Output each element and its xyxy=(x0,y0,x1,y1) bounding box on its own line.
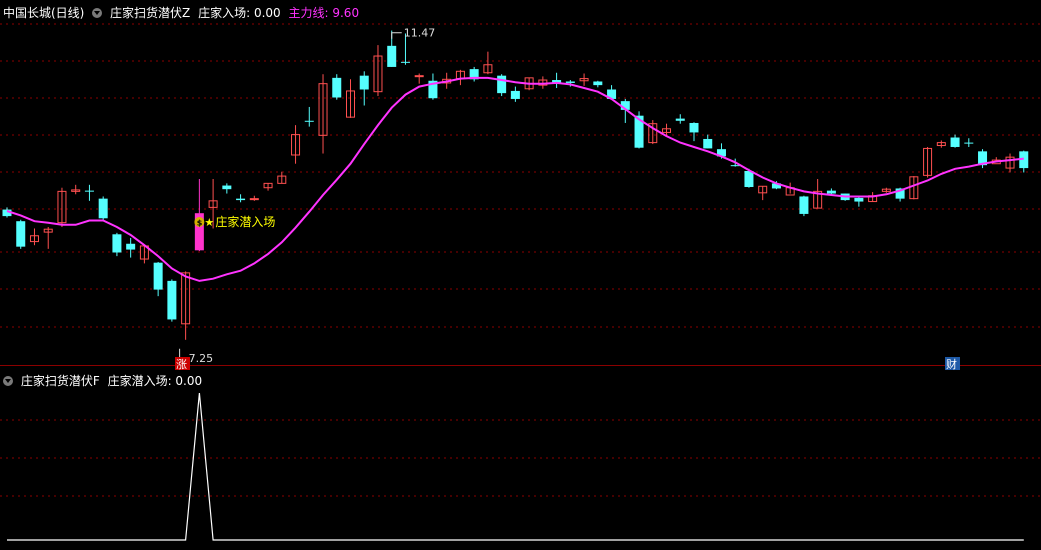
candle-body-down[interactable] xyxy=(400,61,410,63)
entry-value: 庄家入场: 0.00 xyxy=(198,6,281,20)
sub-panel xyxy=(7,392,1024,541)
collapse-icon[interactable] xyxy=(92,8,103,18)
candle-body-down[interactable] xyxy=(153,262,163,290)
star-icon: ★ xyxy=(204,216,214,229)
low-label: 7.25 xyxy=(189,352,214,365)
candle-body-down[interactable] xyxy=(98,198,108,219)
candle-body-down[interactable] xyxy=(359,75,369,90)
candle-body-down[interactable] xyxy=(304,120,314,122)
chart-canvas[interactable]: 11.47 7.25 $ ★ 庄家潜入场涨 财 xyxy=(0,0,1041,546)
high-label: 11.47 xyxy=(404,27,436,40)
stock-chart-window: 11.47 7.25 $ ★ 庄家潜入场涨 财 中国长城(日线) 庄家扫货潜伏Z 庄家入场… xyxy=(0,0,1041,546)
candle-body-down[interactable] xyxy=(689,122,699,133)
candle-body-down[interactable] xyxy=(510,90,520,99)
candle-body-down[interactable] xyxy=(497,75,507,94)
collapse-icon[interactable] xyxy=(3,376,13,386)
sub-entry-value: 庄家潜入场: 0.00 xyxy=(107,374,203,388)
candle-body-down[interactable] xyxy=(387,45,397,67)
signal-label: 庄家潜入场 xyxy=(215,214,275,229)
candle-body-down[interactable] xyxy=(950,137,960,147)
candle-body-down[interactable] xyxy=(332,77,342,98)
candle-body-down[interactable] xyxy=(964,142,974,144)
mainline-series xyxy=(6,76,1024,282)
candle-body-down[interactable] xyxy=(16,221,26,247)
candle-body-up[interactable] xyxy=(414,75,424,78)
candle-body-down[interactable] xyxy=(826,190,836,194)
sub-indicator-name[interactable]: 庄家扫货潜伏F xyxy=(21,374,100,388)
zhang-badge: 涨 xyxy=(176,358,187,371)
sub-line-series xyxy=(7,392,1024,541)
candle-body-down[interactable] xyxy=(799,196,809,214)
candle-body-down[interactable] xyxy=(744,170,754,187)
candle-body-down[interactable] xyxy=(126,243,136,250)
candle-body-down[interactable] xyxy=(593,81,603,86)
candle-body-down[interactable] xyxy=(703,138,713,149)
candle-body-down[interactable] xyxy=(730,165,740,167)
candle-body-down[interactable] xyxy=(112,234,122,253)
low-arrow xyxy=(179,348,188,359)
candlestick-series[interactable] xyxy=(2,30,1029,340)
candle-body-down[interactable] xyxy=(167,280,177,320)
stock-title: 中国长城(日线) xyxy=(3,6,85,20)
high-arrow xyxy=(391,32,402,39)
candle-body-down[interactable] xyxy=(854,197,864,202)
candle-body-down[interactable] xyxy=(222,185,232,190)
main-header: 中国长城(日线) 庄家扫货潜伏Z 庄家入场: 0.00 主力线: 9.60 xyxy=(3,5,363,21)
sub-header: 庄家扫货潜伏F 庄家潜入场: 0.00 xyxy=(3,373,206,389)
candle-body-down[interactable] xyxy=(236,198,246,201)
money-glyph: $ xyxy=(197,219,203,228)
candle-body-up[interactable] xyxy=(249,198,259,201)
cai-badge: 财 xyxy=(946,357,957,371)
candle-body-down[interactable] xyxy=(565,81,575,83)
main-grid xyxy=(0,23,1041,497)
indicator-name[interactable]: 庄家扫货潜伏Z xyxy=(110,6,190,20)
mainline-value: 主力线: 9.60 xyxy=(288,6,360,20)
candle-body-down[interactable] xyxy=(84,190,94,192)
candle-body-down[interactable] xyxy=(675,118,685,121)
